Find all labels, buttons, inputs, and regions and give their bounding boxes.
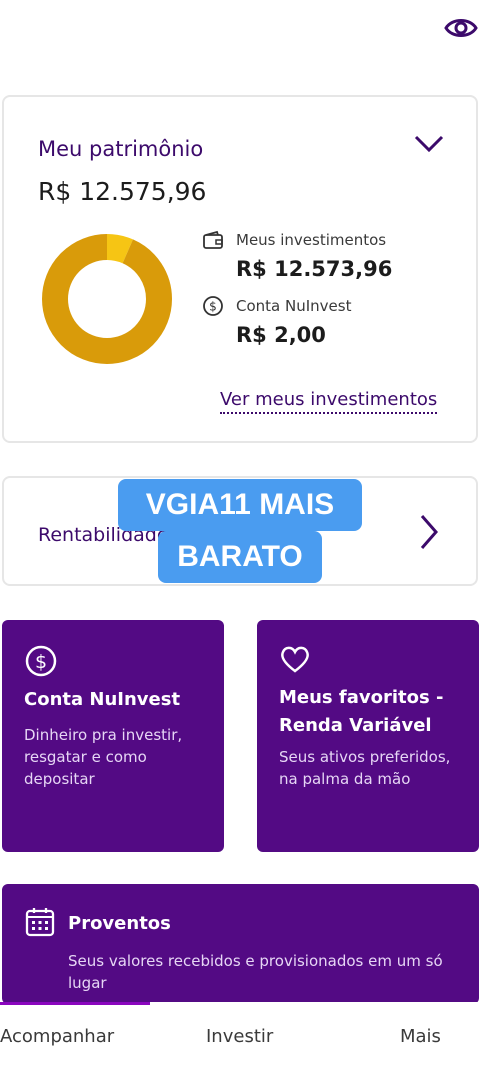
tab-mais[interactable]: Mais xyxy=(400,1026,441,1047)
conta-nuinvest-title: Conta NuInvest xyxy=(24,689,181,710)
dollar-circle-icon: $ xyxy=(25,645,57,677)
svg-text:$: $ xyxy=(35,651,47,673)
conta-nuinvest-card[interactable]: $ Conta NuInvest Dinheiro pra investir, … xyxy=(2,620,224,852)
patrimonio-total: R$ 12.575,96 xyxy=(38,177,207,206)
legend-value-investimentos: R$ 12.573,96 xyxy=(236,257,393,281)
favoritos-desc: Seus ativos preferidos, na palma da mão xyxy=(279,748,451,788)
svg-text:$: $ xyxy=(209,300,217,314)
tab-acompanhar[interactable]: Acompanhar xyxy=(0,1026,114,1047)
tab-investir[interactable]: Investir xyxy=(206,1026,273,1047)
favoritos-card[interactable]: Meus favoritos - Renda Variável Seus ati… xyxy=(257,620,479,852)
proventos-desc: Seus valores recebidos e provisionados e… xyxy=(68,952,443,992)
bottom-nav: Acompanhar Investir Mais xyxy=(0,1002,480,1066)
active-tab-indicator xyxy=(0,1002,150,1005)
patrimonio-donut-chart xyxy=(42,234,172,364)
proventos-title: Proventos xyxy=(68,913,171,934)
legend-value-conta: R$ 2,00 xyxy=(236,323,326,347)
calendar-icon xyxy=(25,908,55,937)
patrimonio-title: Meu patrimônio xyxy=(38,137,204,161)
legend-label-conta: Conta NuInvest xyxy=(236,297,352,315)
proventos-card[interactable]: Proventos Seus valores recebidos e provi… xyxy=(2,884,479,1004)
conta-nuinvest-desc: Dinheiro pra investir, resgatar e como d… xyxy=(24,726,183,788)
chevron-down-icon[interactable] xyxy=(412,131,446,157)
chevron-right-icon[interactable] xyxy=(416,512,442,552)
heart-icon xyxy=(281,646,309,673)
donut-slice-investimentos xyxy=(42,234,172,364)
favoritos-title: Meus favoritos - Renda Variável xyxy=(279,687,444,736)
legend-label-investimentos: Meus investimentos xyxy=(236,231,387,249)
wallet-icon xyxy=(203,230,223,249)
patrimonio-card: Meu patrimônio R$ 12.575,96 Meus investi… xyxy=(2,95,478,443)
overlay-caption-line1: VGIA11 MAIS xyxy=(118,479,362,531)
dollar-circle-icon: $ xyxy=(203,296,223,316)
eye-icon[interactable] xyxy=(444,14,478,42)
ver-investimentos-link[interactable]: Ver meus investimentos xyxy=(220,389,438,414)
overlay-caption-line2: BARATO xyxy=(158,531,322,583)
